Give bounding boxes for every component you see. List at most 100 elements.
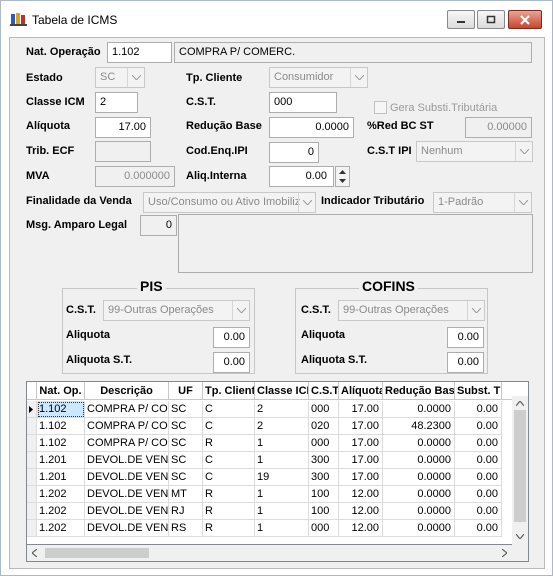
table-cell[interactable]: SC <box>169 435 203 452</box>
red-bc-st-field[interactable]: 0.00000 <box>465 117 532 138</box>
table-cell[interactable]: R <box>203 435 255 452</box>
column-header[interactable]: Descrição <box>85 382 169 400</box>
finalidade-select[interactable]: Uso/Consumo ou Ativo Imobiliz <box>143 192 316 213</box>
table-cell[interactable]: COMPRA P/ COMERC. <box>85 435 169 452</box>
table-cell[interactable]: 0.0000 <box>383 486 455 503</box>
table-cell[interactable]: MT <box>169 486 203 503</box>
table-cell[interactable]: 000 <box>309 520 339 537</box>
table-cell[interactable]: R <box>203 486 255 503</box>
table-row[interactable]: 1.102COMPRA P/ COMERC.SCC202017.0048.230… <box>27 418 528 435</box>
classe-icm-field[interactable]: 2 <box>95 92 138 113</box>
table-cell[interactable]: 17.00 <box>339 418 383 435</box>
table-cell[interactable]: DEVOL.DE VENDA <box>85 469 169 486</box>
table-cell[interactable]: 0.00 <box>455 401 502 418</box>
pis-cst-select[interactable]: 99-Outras Operações <box>103 300 250 321</box>
column-header[interactable]: UF <box>169 382 203 400</box>
table-cell[interactable]: 020 <box>309 418 339 435</box>
table-cell[interactable]: 300 <box>309 452 339 469</box>
table-cell[interactable]: 17.00 <box>339 469 383 486</box>
vertical-scroll-thumb[interactable] <box>514 410 526 522</box>
table-cell[interactable]: 100 <box>309 503 339 520</box>
estado-select[interactable]: SC <box>95 67 145 88</box>
table-cell[interactable]: 12.00 <box>339 503 383 520</box>
table-cell[interactable]: SC <box>169 401 203 418</box>
table-cell[interactable]: 0.0000 <box>383 503 455 520</box>
table-cell[interactable]: 1 <box>255 435 309 452</box>
table-row[interactable]: 1.201DEVOL.DE VENDASCC1930017.000.00000.… <box>27 469 528 486</box>
column-header[interactable]: Tp. Cliente <box>203 382 255 400</box>
row-indicator[interactable] <box>27 469 37 486</box>
column-header[interactable]: Redução Base <box>383 382 455 400</box>
table-cell[interactable]: 0.00 <box>455 520 502 537</box>
msg-amparo-code-field[interactable]: 0 <box>140 215 177 236</box>
tp-cliente-select[interactable]: Consumidor <box>269 67 368 88</box>
table-cell[interactable]: 0.0000 <box>383 520 455 537</box>
table-cell[interactable]: 0.0000 <box>383 452 455 469</box>
table-row[interactable]: 1.202DEVOL.DE VENDARJR110012.000.00000.0… <box>27 503 528 520</box>
row-indicator[interactable] <box>27 418 37 435</box>
pis-aliquota-field[interactable]: 0.00 <box>213 327 250 348</box>
table-cell[interactable]: R <box>203 503 255 520</box>
table-cell[interactable]: SC <box>169 452 203 469</box>
table-cell[interactable]: 1.102 <box>37 418 85 435</box>
table-row[interactable]: 1.202DEVOL.DE VENDAMTR110012.000.00000.0… <box>27 486 528 503</box>
vertical-scrollbar[interactable] <box>512 396 528 545</box>
cofins-aliquota-st-field[interactable]: 0.00 <box>447 352 484 373</box>
cod-enq-ipi-field[interactable]: 0 <box>269 142 319 163</box>
column-header[interactable]: Classe ICM <box>255 382 309 400</box>
table-row[interactable]: 1.102COMPRA P/ COMERC.SCR100017.000.0000… <box>27 435 528 452</box>
table-cell[interactable]: 2 <box>255 401 309 418</box>
row-indicator[interactable] <box>27 486 37 503</box>
reducao-base-field[interactable]: 0.0000 <box>269 117 354 138</box>
column-header[interactable]: Nat. Op. <box>37 382 85 400</box>
cofins-aliquota-field[interactable]: 0.00 <box>447 327 484 348</box>
horizontal-scroll-thumb[interactable] <box>45 548 149 558</box>
cofins-cst-select[interactable]: 99-Outras Operações <box>338 300 485 321</box>
gera-subst-checkbox[interactable] <box>374 101 387 114</box>
table-cell[interactable]: 1 <box>255 503 309 520</box>
table-cell[interactable]: 0.00 <box>455 503 502 520</box>
cst-field[interactable]: 000 <box>269 92 337 113</box>
mva-field[interactable]: 0.000000 <box>95 166 175 187</box>
row-indicator[interactable] <box>27 503 37 520</box>
table-cell[interactable]: 12.00 <box>339 486 383 503</box>
table-cell[interactable]: C <box>203 452 255 469</box>
table-cell[interactable]: C <box>203 469 255 486</box>
table-cell[interactable]: 19 <box>255 469 309 486</box>
table-cell[interactable]: 300 <box>309 469 339 486</box>
icms-table[interactable]: Nat. Op.DescriçãoUFTp. ClienteClasse ICM… <box>26 381 529 545</box>
column-header[interactable]: C.S.T. <box>309 382 339 400</box>
table-cell[interactable]: 12.00 <box>339 520 383 537</box>
nat-operacao-code-field[interactable]: 1.102 <box>107 42 172 63</box>
close-button[interactable] <box>508 10 542 29</box>
row-indicator[interactable] <box>27 401 37 418</box>
table-cell[interactable]: 0.0000 <box>383 401 455 418</box>
table-cell[interactable]: 100 <box>309 486 339 503</box>
table-cell[interactable]: 1 <box>255 452 309 469</box>
table-cell[interactable]: 17.00 <box>339 452 383 469</box>
msg-amparo-text[interactable] <box>178 214 533 273</box>
table-cell[interactable]: RJ <box>169 503 203 520</box>
row-indicator[interactable] <box>27 435 37 452</box>
table-cell[interactable]: 48.2300 <box>383 418 455 435</box>
cst-ipi-select[interactable]: Nenhum <box>416 141 533 162</box>
aliq-interna-spinner[interactable] <box>335 166 350 187</box>
scroll-down-icon[interactable] <box>516 534 524 539</box>
table-cell[interactable]: 1 <box>255 486 309 503</box>
table-cell[interactable]: 0.00 <box>455 418 502 435</box>
table-cell[interactable]: 1.202 <box>37 503 85 520</box>
horizontal-scrollbar[interactable] <box>26 545 529 562</box>
table-cell[interactable]: 17.00 <box>339 401 383 418</box>
table-row[interactable]: 1.102COMPRA P/ COMERC.SCC200017.000.0000… <box>27 401 528 418</box>
table-cell[interactable]: SC <box>169 418 203 435</box>
table-cell[interactable]: C <box>203 418 255 435</box>
pis-aliquota-st-field[interactable]: 0.00 <box>213 352 250 373</box>
scroll-right-icon[interactable] <box>502 549 507 557</box>
table-cell[interactable]: 1.102 <box>37 435 85 452</box>
table-cell[interactable]: C <box>203 401 255 418</box>
maximize-button[interactable] <box>477 10 505 29</box>
table-cell[interactable]: COMPRA P/ COMERC. <box>85 401 169 418</box>
table-cell[interactable]: DEVOL.DE VENDA <box>85 486 169 503</box>
table-cell[interactable]: 0.00 <box>455 452 502 469</box>
row-indicator[interactable] <box>27 520 37 537</box>
